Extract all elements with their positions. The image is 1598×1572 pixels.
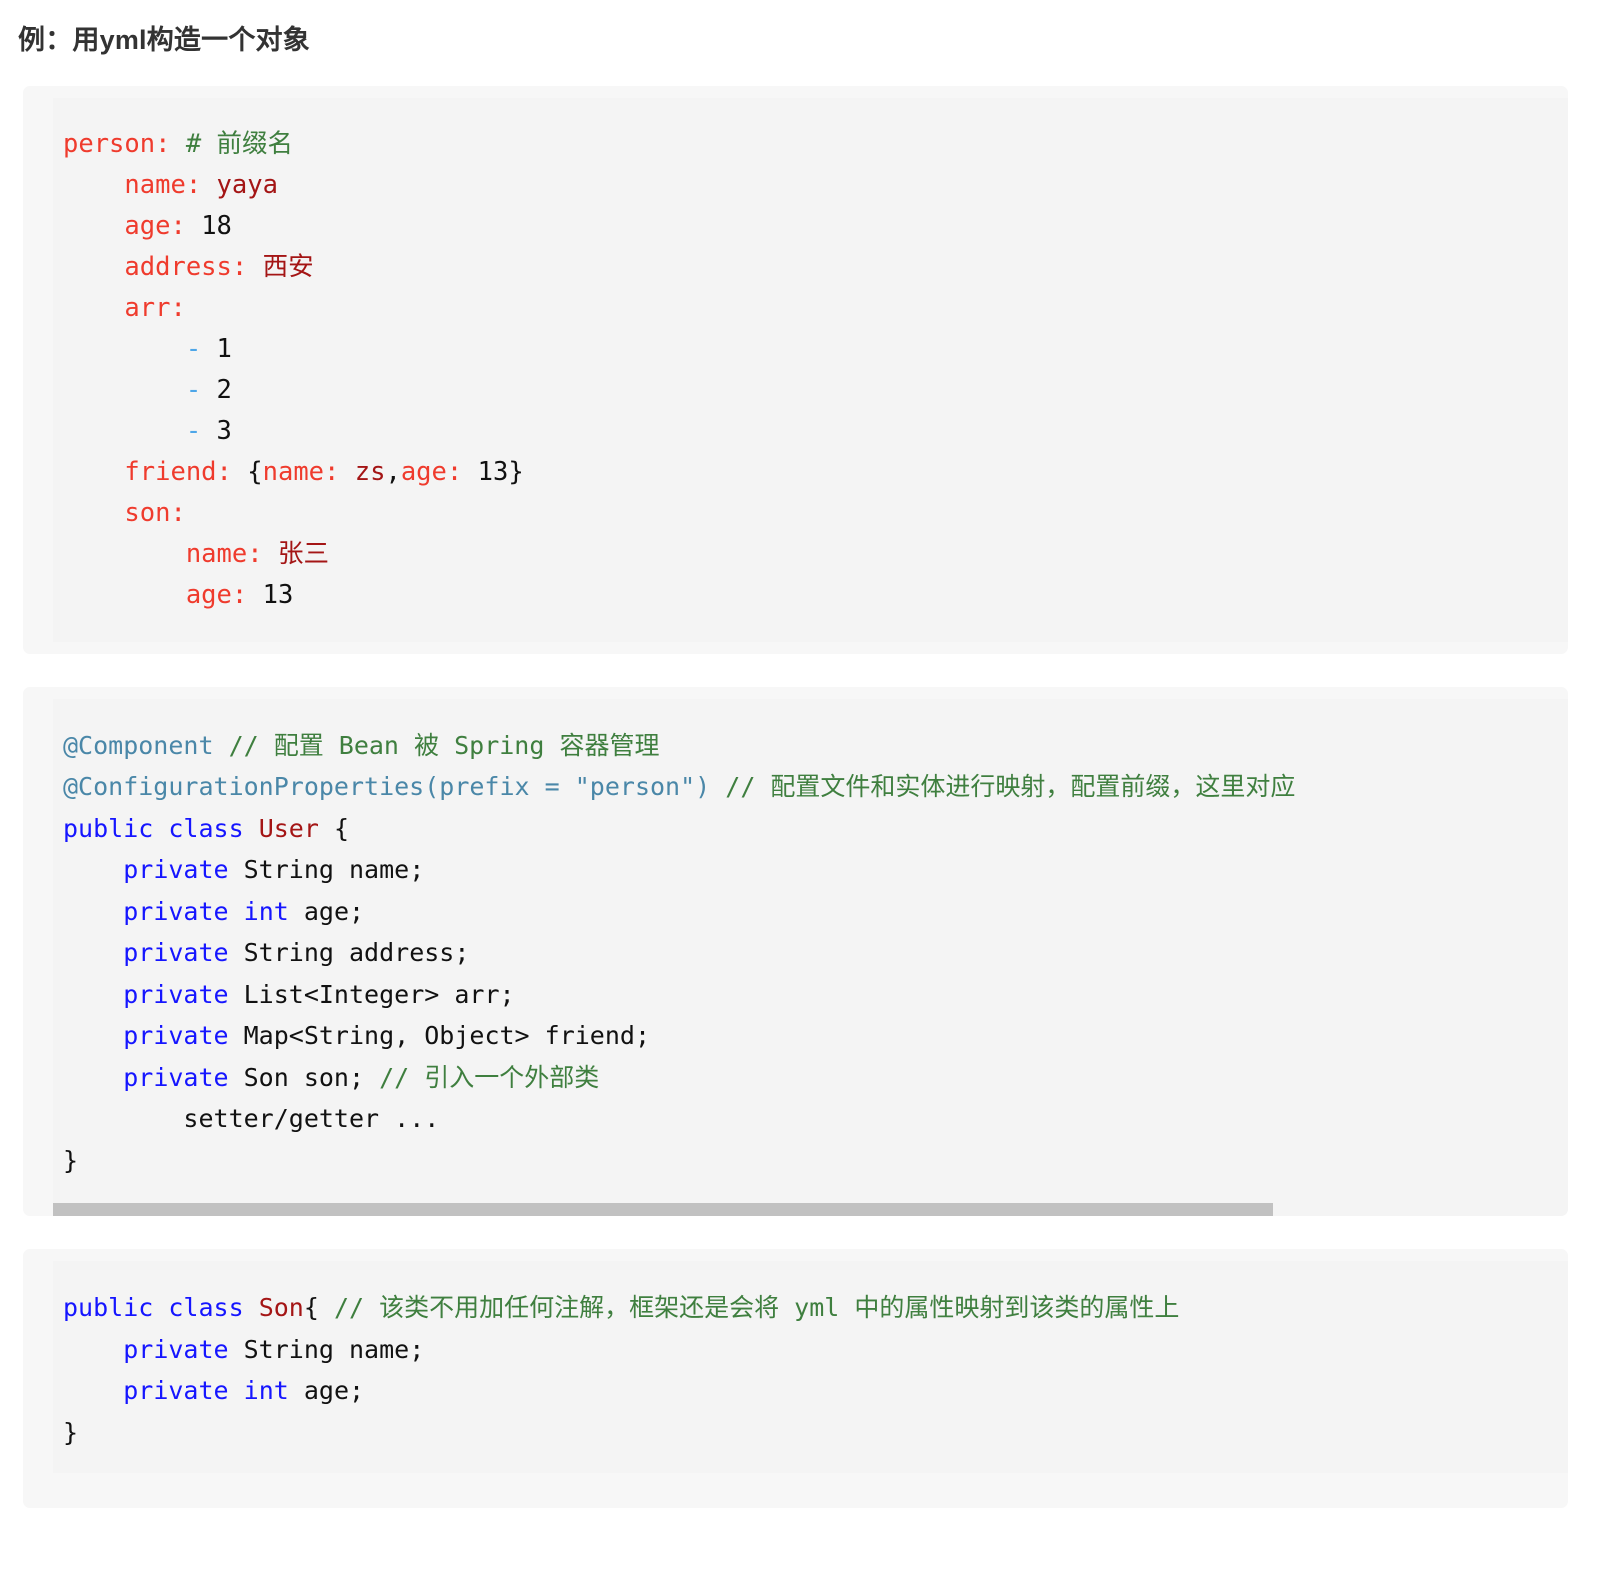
horizontal-scrollbar-track[interactable]: [53, 1203, 1568, 1217]
code-token-str: 西安: [262, 251, 314, 282]
code-token-plain: Son son;: [228, 1062, 380, 1092]
code-token-plain: setter/getter ...: [183, 1104, 440, 1134]
code-token-plain: }: [63, 1417, 79, 1447]
code-token-key: name:: [124, 169, 202, 200]
page-title: 例：用yml构造一个对象: [18, 25, 310, 55]
code-token-plain: List<Integer> arr;: [228, 979, 515, 1009]
code-token-kw: private: [123, 896, 229, 926]
code-token-comment: // 配置文件和实体进行映射，配置前缀，这里对应: [725, 772, 1296, 802]
code-token-kw: int: [243, 896, 289, 926]
code-block-son-class: public class Son{ // 该类不用加任何注解，框架还是会将 ym…: [23, 1249, 1568, 1509]
code-token-kw: private: [123, 979, 229, 1009]
code-token-punc: {: [247, 456, 263, 487]
code-token-type: User: [258, 813, 319, 843]
code-token-str: yaya: [216, 169, 278, 200]
code-block-user-class: @Component // 配置 Bean 被 Spring 容器管理 @Con…: [23, 686, 1568, 1217]
code-token-kw: int: [243, 1376, 289, 1406]
code-token-dash: -: [185, 415, 202, 446]
code-token-punc: ,: [385, 456, 401, 487]
code-token-plain: String address;: [228, 938, 470, 968]
code-surface-user-class[interactable]: @Component // 配置 Bean 被 Spring 容器管理 @Con…: [53, 698, 1568, 1204]
code-token-key: son:: [124, 497, 186, 528]
code-token-comment: // 该类不用加任何注解，框架还是会将 yml 中的属性映射到该类的属性上: [333, 1293, 1180, 1323]
code-token-plain: }: [63, 1145, 79, 1175]
code-token-key: person:: [63, 128, 171, 159]
code-token-kw: private: [123, 1376, 229, 1406]
code-token-key: arr:: [124, 292, 186, 323]
code-token-num: 3: [216, 415, 232, 446]
code-token-str: zs: [354, 456, 386, 487]
code-token-kw: private: [123, 855, 229, 885]
code-token-plain: {: [303, 1293, 334, 1323]
code-token-plain: age;: [288, 1376, 365, 1406]
code-token-key: friend:: [124, 456, 232, 487]
code-token-anno: @Component: [63, 730, 214, 760]
code-token-key: age:: [124, 210, 186, 241]
page-root: 例：用yml构造一个对象 person: # 前缀名 name: yaya ag…: [0, 0, 1598, 1509]
code-token-dash: -: [185, 333, 202, 364]
code-token-key: age:: [400, 456, 463, 487]
code-token-type: Son: [258, 1293, 304, 1323]
code-block-yaml: person: # 前缀名 name: yaya age: 18 address…: [23, 85, 1568, 654]
code-token-dash: -: [185, 374, 202, 405]
code-token-plain: age;: [288, 896, 365, 926]
code-content-son-class: public class Son{ // 该类不用加任何注解，框架还是会将 ym…: [63, 1287, 1568, 1453]
code-token-kw: public class: [63, 813, 244, 843]
code-token-comment: // 配置 Bean 被 Spring 容器管理: [228, 730, 660, 760]
code-token-key: name:: [185, 538, 263, 569]
code-token-key: age:: [185, 579, 248, 610]
code-surface-son-class[interactable]: public class Son{ // 该类不用加任何注解，框架还是会将 ym…: [53, 1261, 1568, 1474]
code-token-comment: // 引入一个外部类: [379, 1062, 600, 1092]
code-token-key: address:: [124, 251, 248, 282]
code-token-anno: @ConfigurationProperties(prefix = "perso…: [63, 772, 711, 802]
code-token-kw: private: [123, 1062, 229, 1092]
code-token-kw: public class: [63, 1293, 244, 1323]
code-surface-yaml[interactable]: person: # 前缀名 name: yaya age: 18 address…: [53, 97, 1568, 642]
code-token-num: 13: [477, 456, 509, 487]
code-token-key: name:: [262, 456, 340, 487]
code-token-punc: }: [508, 456, 524, 487]
code-token-plain: String name;: [228, 1334, 425, 1364]
code-content-yaml: person: # 前缀名 name: yaya age: 18 address…: [63, 124, 1568, 616]
code-token-plain: {: [318, 813, 350, 843]
code-token-kw: private: [123, 1334, 229, 1364]
code-token-kw: private: [123, 938, 229, 968]
code-token-num: 13: [262, 579, 294, 610]
code-content-user-class: @Component // 配置 Bean 被 Spring 容器管理 @Con…: [63, 725, 1568, 1182]
code-token-num: 18: [201, 210, 232, 241]
code-token-plain: Map<String, Object> friend;: [228, 1021, 651, 1051]
code-token-plain: String name;: [228, 855, 425, 885]
code-token-comment: # 前缀名: [185, 128, 294, 159]
horizontal-scrollbar-thumb[interactable]: [53, 1203, 1273, 1217]
code-token-str: 张三: [277, 538, 329, 569]
code-token-num: 2: [216, 374, 232, 405]
code-token-kw: private: [123, 1021, 229, 1051]
code-token-num: 1: [216, 333, 232, 364]
